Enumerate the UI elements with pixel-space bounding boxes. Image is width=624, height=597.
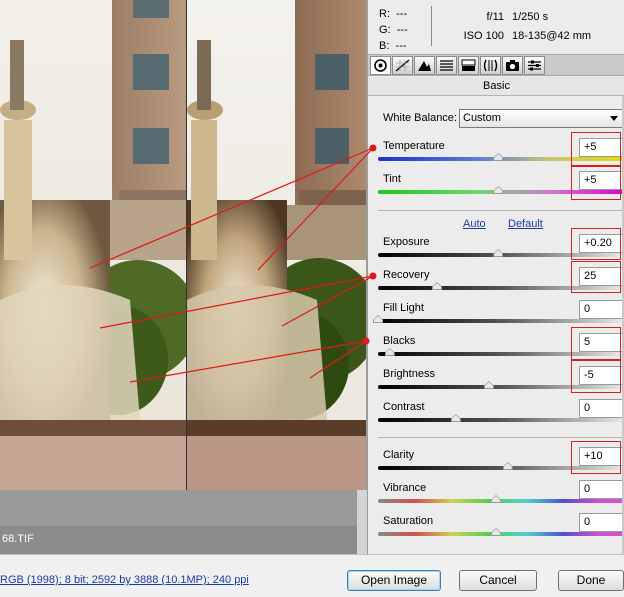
default-link[interactable]: Default xyxy=(508,218,543,230)
recovery-label: Recovery xyxy=(383,269,430,281)
recovery-thumb[interactable] xyxy=(432,282,442,290)
tab-detail[interactable] xyxy=(414,56,435,75)
highlight-box-tint xyxy=(571,166,621,200)
temperature-thumb[interactable] xyxy=(493,153,503,161)
blacks-label: Blacks xyxy=(383,335,416,347)
panel-title: Basic xyxy=(368,77,624,96)
contrast-field[interactable]: 0 xyxy=(579,399,623,418)
tab-hsl[interactable] xyxy=(436,56,457,75)
white-balance-value: Custom xyxy=(463,112,501,124)
g-value: --- xyxy=(396,24,408,36)
tab-presets[interactable] xyxy=(524,56,545,75)
r-label: R: xyxy=(379,8,390,20)
tint-thumb[interactable] xyxy=(493,186,503,194)
tab-camera-calibration[interactable] xyxy=(502,56,523,75)
fill-light-thumb[interactable] xyxy=(373,315,383,323)
lens-corrections-icon xyxy=(483,59,498,72)
chevron-down-icon xyxy=(610,116,618,121)
brightness-thumb[interactable] xyxy=(484,381,494,389)
exposure-thumb[interactable] xyxy=(493,249,503,257)
open-image-button[interactable]: Open Image xyxy=(347,570,441,591)
camera-calibration-icon xyxy=(506,60,519,71)
tab-basic[interactable] xyxy=(370,56,391,75)
panel-tabs xyxy=(368,54,624,76)
contrast-thumb[interactable] xyxy=(451,414,461,422)
white-balance-label: White Balance: xyxy=(383,112,457,124)
tab-tone-curve[interactable] xyxy=(392,56,413,75)
presets-icon xyxy=(528,60,541,71)
r-value: --- xyxy=(396,8,408,20)
tab-split-toning[interactable] xyxy=(458,56,479,75)
highlight-box-exposure xyxy=(571,228,621,260)
blacks-thumb[interactable] xyxy=(385,348,395,356)
camera-settings: f/11 1/250 s ISO 100 18-135@42 mm xyxy=(458,8,591,46)
vibrance-label: Vibrance xyxy=(383,482,427,494)
fill-light-slider[interactable] xyxy=(378,319,624,323)
vibrance-field[interactable]: 0 xyxy=(579,480,623,499)
g-label: G: xyxy=(379,24,391,36)
b-label: B: xyxy=(379,40,390,52)
adjustments-panel: R: --- G: --- B: --- f/11 1/250 s ISO 100… xyxy=(367,0,624,554)
hsl-icon xyxy=(440,60,453,71)
section-divider xyxy=(378,437,623,438)
saturation-label: Saturation xyxy=(383,515,434,527)
highlight-box-temperature xyxy=(571,132,621,166)
highlight-box-blacks xyxy=(571,327,621,360)
saturation-thumb[interactable] xyxy=(491,528,501,536)
auto-link[interactable]: Auto xyxy=(463,218,486,230)
clarity-label: Clarity xyxy=(383,449,415,461)
filename-label: 68.TIF xyxy=(0,526,357,554)
workflow-options-link[interactable]: RGB (1998); 8 bit; 2592 by 3888 (10.1MP)… xyxy=(0,574,249,586)
highlight-box-recovery xyxy=(571,261,621,293)
iso-value: ISO 100 xyxy=(463,30,504,42)
fill-light-field[interactable]: 0 xyxy=(579,300,623,319)
done-button[interactable]: Done xyxy=(558,570,624,591)
tone-curve-icon xyxy=(395,59,410,72)
exposure-label: Exposure xyxy=(383,236,430,248)
tab-lens-corrections[interactable] xyxy=(480,56,501,75)
vibrance-slider[interactable] xyxy=(378,499,624,503)
cancel-button[interactable]: Cancel xyxy=(459,570,537,591)
highlight-box-clarity xyxy=(571,441,621,474)
contrast-label: Contrast xyxy=(383,401,425,413)
contrast-slider[interactable] xyxy=(378,418,624,422)
split-toning-icon xyxy=(461,59,476,71)
tint-label: Tint xyxy=(383,173,401,185)
lens-value: 18-135@42 mm xyxy=(512,30,592,42)
temperature-label: Temperature xyxy=(383,140,445,152)
preview-image-after xyxy=(186,0,366,490)
aperture-value: f/11 xyxy=(486,11,504,23)
detail-icon xyxy=(418,61,431,71)
readout-divider xyxy=(431,6,432,46)
rgb-readout: R: --- G: --- B: --- xyxy=(379,6,408,54)
image-preview-area: 68.TIF xyxy=(0,0,367,554)
preview-scrollbar[interactable] xyxy=(357,490,367,554)
shutter-value: 1/250 s xyxy=(512,11,549,23)
b-value: --- xyxy=(395,40,407,52)
fill-light-label: Fill Light xyxy=(383,302,424,314)
saturation-field[interactable]: 0 xyxy=(579,513,623,532)
brightness-label: Brightness xyxy=(383,368,435,380)
white-balance-select[interactable]: Custom xyxy=(459,109,623,128)
highlight-box-brightness xyxy=(571,360,621,393)
vibrance-thumb[interactable] xyxy=(491,495,501,503)
aperture-icon xyxy=(374,59,387,72)
clarity-thumb[interactable] xyxy=(503,462,513,470)
dialog-footer: RGB (1998); 8 bit; 2592 by 3888 (10.1MP)… xyxy=(0,554,624,597)
preview-image-before xyxy=(0,0,186,490)
section-divider xyxy=(378,210,623,211)
saturation-slider[interactable] xyxy=(378,532,624,536)
